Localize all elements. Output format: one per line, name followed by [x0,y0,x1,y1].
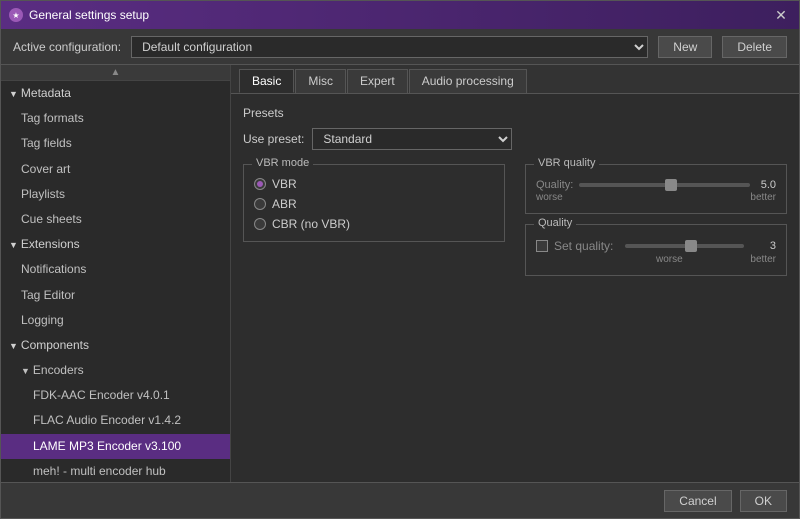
sidebar: ▲ ▼Metadata Tag formats Tag fields Cover… [1,65,231,482]
preset-select[interactable]: Standard Extreme Insane Custom [312,128,512,150]
radio-abr-circle [254,198,266,210]
quality-label: Quality: [536,179,573,191]
radio-vbr-circle [254,178,266,190]
content-area: Basic Misc Expert Audio processing Prese… [231,65,799,482]
radio-vbr[interactable]: VBR [254,177,494,191]
sidebar-item-extensions[interactable]: ▼Extensions [1,232,230,257]
vbr-quality-group: VBR quality Quality: 5.0 [525,164,787,214]
sidebar-item-encoders[interactable]: ▼Encoders [1,358,230,383]
quality-col: VBR quality Quality: 5.0 [525,164,787,286]
active-config-label: Active configuration: [13,40,121,54]
presets-title: Presets [243,106,787,120]
set-quality-checkbox[interactable] [536,240,548,252]
radio-abr-label: ABR [272,197,297,211]
sidebar-item-components[interactable]: ▼Components [1,333,230,358]
sidebar-item-playlists[interactable]: Playlists [1,182,230,207]
quality-worse-label: worse [656,254,683,265]
expand-icon: ▼ [9,238,18,252]
vbr-quality-track[interactable] [579,183,750,187]
preset-row: Use preset: Standard Extreme Insane Cust… [243,128,787,150]
set-quality-checkbox-row: Set quality: 3 [536,239,776,253]
vbr-quality-title: VBR quality [534,157,599,169]
tab-bar: Basic Misc Expert Audio processing [231,65,799,94]
sidebar-item-tag-formats[interactable]: Tag formats [1,106,230,131]
quality-title: Quality [534,217,576,229]
bottom-bar: Cancel OK [1,482,799,518]
ok-button[interactable]: OK [740,490,787,512]
quality-slider-labels: worse better [536,254,776,265]
vbr-quality-labels: worse better [536,192,776,203]
sidebar-item-cover-art[interactable]: Cover art [1,157,230,182]
use-preset-label: Use preset: [243,132,304,146]
vbr-worse-label: worse [536,192,563,203]
app-icon: ★ [9,8,23,22]
vbr-quality-value: 5.0 [756,179,776,191]
radio-cbr-label: CBR (no VBR) [272,217,350,231]
vbr-mode-group: VBR mode VBR ABR [243,164,505,242]
sidebar-item-cue-sheets[interactable]: Cue sheets [1,207,230,232]
radio-cbr-circle [254,218,266,230]
config-select[interactable]: Default configuration [131,36,648,58]
vbr-radio-group: VBR ABR CBR (no VBR) [254,177,494,231]
sidebar-item-meh[interactable]: meh! - multi encoder hub [1,459,230,482]
sidebar-scroll-up[interactable]: ▲ [1,65,230,81]
new-button[interactable]: New [658,36,712,58]
config-bar: Active configuration: Default configurat… [1,29,799,65]
sidebar-item-tag-fields[interactable]: Tag fields [1,131,230,156]
window-title: General settings setup [29,8,149,22]
cancel-button[interactable]: Cancel [664,490,731,512]
radio-vbr-label: VBR [272,177,297,191]
vbr-mode-label: VBR mode [252,157,313,169]
quality-thumb[interactable] [685,240,697,252]
title-bar: ★ General settings setup ✕ [1,1,799,29]
vbr-quality-thumb[interactable] [665,179,677,191]
vbr-quality-content: Quality: 5.0 worse better [536,179,776,203]
settings-grid: VBR mode VBR ABR [243,164,787,286]
sidebar-item-metadata[interactable]: ▼Metadata [1,81,230,106]
radio-abr[interactable]: ABR [254,197,494,211]
title-bar-left: ★ General settings setup [9,8,149,22]
close-button[interactable]: ✕ [771,5,791,25]
tab-misc[interactable]: Misc [295,69,346,93]
tab-expert[interactable]: Expert [347,69,408,93]
expand-icon: ▼ [21,364,30,378]
quality-track[interactable] [625,244,744,248]
radio-cbr[interactable]: CBR (no VBR) [254,217,494,231]
vbr-better-label: better [750,192,776,203]
sidebar-item-logging[interactable]: Logging [1,308,230,333]
main-window: ★ General settings setup ✕ Active config… [0,0,800,519]
sidebar-item-flac[interactable]: FLAC Audio Encoder v1.4.2 [1,408,230,433]
quality-value: 3 [756,240,776,252]
main-area: ▲ ▼Metadata Tag formats Tag fields Cover… [1,65,799,482]
expand-icon: ▼ [9,339,18,353]
quality-better-label: better [750,254,776,265]
tab-audio-processing[interactable]: Audio processing [409,69,527,93]
vbr-quality-slider-row: Quality: 5.0 [536,179,776,191]
vbr-mode-col: VBR mode VBR ABR [243,164,505,286]
tab-basic[interactable]: Basic [239,69,294,93]
sidebar-item-lame-mp3[interactable]: LAME MP3 Encoder v3.100 [1,434,230,459]
sidebar-item-fdk-aac[interactable]: FDK-AAC Encoder v4.0.1 [1,383,230,408]
sidebar-item-tag-editor[interactable]: Tag Editor [1,283,230,308]
delete-button[interactable]: Delete [722,36,787,58]
settings-panel: Presets Use preset: Standard Extreme Ins… [231,94,799,482]
expand-icon: ▼ [9,87,18,101]
quality-group: Quality Set quality: 3 worse [525,224,787,276]
sidebar-item-notifications[interactable]: Notifications [1,257,230,282]
set-quality-label: Set quality: [554,239,613,253]
